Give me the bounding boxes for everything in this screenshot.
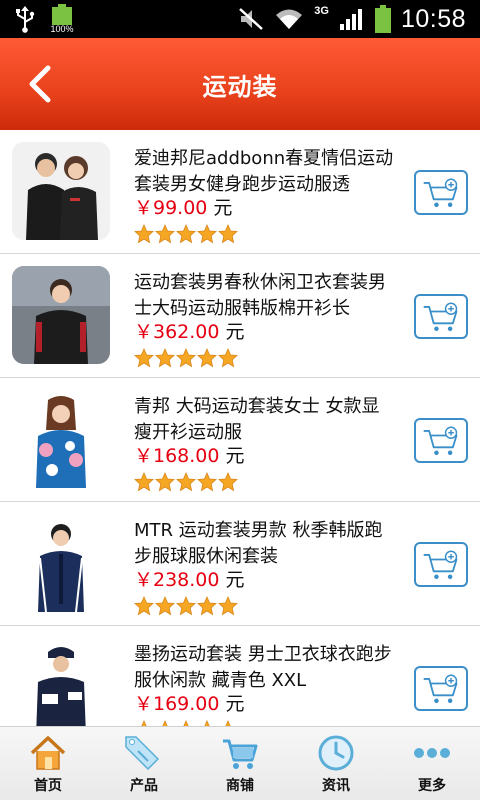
bottom-nav: 首页 产品 商铺 资讯 更多 [0,726,480,800]
more-dots-icon [414,748,450,758]
add-to-cart-button[interactable] [414,294,468,339]
price-unit: 元 [225,445,245,467]
add-to-cart-button[interactable] [414,170,468,215]
add-to-cart-icon [423,426,458,456]
add-to-cart-icon [423,674,458,704]
star-icon [218,472,238,492]
status-bar: 100% 3G 10:58 [0,0,480,38]
price-row: ￥168.00 元 [134,444,245,468]
shopping-cart-icon [223,739,258,769]
product-image[interactable] [12,142,110,240]
star-icon [176,472,196,492]
price-row: ￥99.00 元 [134,196,232,220]
nav-item-shops[interactable]: 商铺 [192,727,288,800]
battery-charging-icon: 100% [50,4,74,34]
price-unit: 元 [225,569,245,591]
add-to-cart-icon [423,178,458,208]
product-price: ￥238.00 [134,569,220,591]
product-name[interactable]: 青邦 大码运动套装女士 女款显瘦开衫运动服 [134,394,396,446]
star-icon [176,348,196,368]
star-icon [176,596,196,616]
nav-label: 商铺 [226,778,254,794]
star-icon [134,472,154,492]
add-to-cart-button[interactable] [414,418,468,463]
nav-label: 产品 [130,778,158,794]
product-image[interactable] [12,638,110,726]
star-icon [155,596,175,616]
add-to-cart-button[interactable] [414,666,468,711]
list-item[interactable]: 青邦 大码运动套装女士 女款显瘦开衫运动服 ￥168.00 元 [0,378,480,502]
add-to-cart-icon [423,550,458,580]
star-icon [176,224,196,244]
star-icon [155,224,175,244]
list-item[interactable]: 运动套装男春秋休闲卫衣套装男士大码运动服韩版棉开衫长 ￥362.00 元 [0,254,480,378]
nav-item-more[interactable]: 更多 [384,727,480,800]
star-icon [197,224,217,244]
product-list[interactable]: 爱迪邦尼addbonn春夏情侣运动套装男女健身跑步运动服透 ￥99.00 元 运… [0,130,480,726]
list-item[interactable]: 墨扬运动套装 男士卫衣球衣跑步服休闲款 藏青色 XXL ￥169.00 元 [0,626,480,726]
nav-item-products[interactable]: 产品 [96,727,192,800]
star-icon [218,596,238,616]
star-icon [155,472,175,492]
nav-label: 首页 [34,778,62,794]
price-unit: 元 [225,321,245,343]
star-icon [197,596,217,616]
nav-label: 更多 [418,778,446,794]
price-unit: 元 [225,693,245,715]
price-row: ￥169.00 元 [134,692,245,716]
home-icon [30,736,66,770]
list-item[interactable]: 爱迪邦尼addbonn春夏情侣运动套装男女健身跑步运动服透 ￥99.00 元 [0,130,480,254]
product-image[interactable] [12,266,110,364]
price-row: ￥238.00 元 [134,568,245,592]
network-type: 3G [314,5,329,17]
star-icon [134,348,154,368]
star-rating [134,224,238,244]
clock-icon [318,735,354,771]
product-price: ￥169.00 [134,693,220,715]
star-icon [218,348,238,368]
sale-tag-icon [125,736,160,771]
price-unit: 元 [213,197,233,219]
product-name[interactable]: 爱迪邦尼addbonn春夏情侣运动套装男女健身跑步运动服透 [134,146,396,198]
product-image[interactable] [12,514,110,612]
star-icon [197,472,217,492]
star-icon [155,348,175,368]
product-image[interactable] [12,390,110,488]
product-price: ￥99.00 [134,197,208,219]
nav-item-home[interactable]: 首页 [0,727,96,800]
star-icon [197,348,217,368]
usb-icon [16,6,35,33]
clock-time: 10:58 [400,4,466,33]
page-title-wrap: 运动装 [0,38,480,130]
star-icon [218,224,238,244]
star-icon [134,596,154,616]
mute-icon [239,8,264,30]
product-name[interactable]: 墨扬运动套装 男士卫衣球衣跑步服休闲款 藏青色 XXL [134,642,396,694]
app-header: 运动装 [0,38,480,130]
price-row: ￥362.00 元 [134,320,245,344]
product-price: ￥362.00 [134,321,220,343]
product-name[interactable]: MTR 运动套装男款 秋季韩版跑步服球服休闲套装 [134,518,396,570]
star-rating [134,348,238,368]
product-name[interactable]: 运动套装男春秋休闲卫衣套装男士大码运动服韩版棉开衫长 [134,270,396,322]
add-to-cart-button[interactable] [414,542,468,587]
signal-icon [339,9,362,30]
list-item[interactable]: MTR 运动套装男款 秋季韩版跑步服球服休闲套装 ￥238.00 元 [0,502,480,626]
star-rating [134,596,238,616]
product-price: ￥168.00 [134,445,220,467]
page-title: 运动装 [202,72,278,101]
battery-icon [374,5,391,33]
add-to-cart-icon [423,302,458,332]
star-rating [134,472,238,492]
wifi-icon [276,9,303,29]
nav-label: 资讯 [322,778,350,794]
star-icon [134,224,154,244]
nav-item-news[interactable]: 资讯 [288,727,384,800]
battery-percent: 100% [50,24,74,34]
